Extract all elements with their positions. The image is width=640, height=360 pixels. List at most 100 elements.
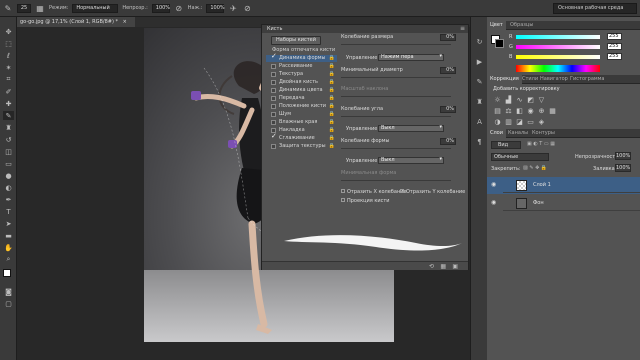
brush-setting-item[interactable]: Передача 🔒 — [266, 95, 337, 102]
brightness-icon[interactable]: ☼ — [493, 95, 502, 104]
eyedropper-tool-icon[interactable]: ✐ — [3, 87, 14, 96]
layer1-visibility-eye-icon[interactable]: ◉ — [491, 181, 496, 188]
brush-setting-item[interactable]: ✓ Динамика формы 🔒 — [266, 53, 337, 62]
screen-mode-icon[interactable]: ▢ — [3, 299, 14, 308]
brush-setting-item[interactable]: Динамика цвета 🔒 — [266, 87, 337, 94]
gradient-map-icon[interactable]: ▭ — [526, 117, 535, 126]
quick-mask-icon[interactable]: ◙ — [3, 287, 14, 296]
checkbox[interactable] — [271, 112, 276, 117]
layer-kind-filter[interactable]: Вид — [491, 141, 521, 149]
channel-g-slider[interactable] — [516, 45, 600, 49]
channel-r-value[interactable]: 255 — [607, 33, 622, 40]
lock-icon[interactable]: 🔒 — [329, 63, 335, 70]
new-brush-icon[interactable]: ▣ — [452, 263, 458, 270]
color-balance-icon[interactable]: ⚖ — [504, 106, 513, 115]
eraser-tool-icon[interactable]: ◫ — [3, 147, 14, 156]
channel-g-value[interactable]: 255 — [607, 43, 622, 50]
lock-icon[interactable]: 🔒 — [329, 127, 335, 134]
tab-channels[interactable]: Каналы — [505, 129, 531, 138]
control-angle-select[interactable]: Выкл — [378, 125, 444, 132]
brush-panel-toggle-icon[interactable]: ▦ — [35, 3, 45, 13]
path-select-tool-icon[interactable]: ➤ — [3, 219, 14, 228]
channel-b-slider[interactable] — [516, 55, 600, 59]
type-tool-icon[interactable]: T — [3, 207, 14, 216]
hue-saturation-icon[interactable]: ▤ — [493, 106, 502, 115]
workspace-select[interactable]: Основная рабочая среда — [553, 3, 637, 14]
color-spectrum-ramp[interactable] — [516, 65, 600, 72]
layer-row-layer1[interactable]: Слой 1 — [503, 178, 640, 193]
tab-paths[interactable]: Контуры — [529, 129, 558, 138]
checkbox[interactable] — [271, 64, 276, 69]
lock-icon[interactable]: 🔒 — [329, 87, 335, 94]
threshold-icon[interactable]: ◪ — [515, 117, 524, 126]
airbrush-icon[interactable]: ✈ — [228, 3, 238, 13]
black-white-icon[interactable]: ◧ — [515, 106, 524, 115]
checkmark-icon[interactable]: ✓ — [271, 133, 277, 140]
angle-jitter-value[interactable]: 0% — [440, 106, 456, 113]
lock-icon[interactable]: 🔒 — [329, 71, 335, 78]
lock-icon[interactable]: 🔒 — [329, 143, 335, 150]
character-panel-icon[interactable]: A — [474, 117, 485, 126]
toggle-live-tip-icon[interactable]: ⟲ — [429, 263, 434, 270]
checkbox[interactable] — [271, 72, 276, 77]
checkbox[interactable] — [271, 80, 276, 85]
posterize-icon[interactable]: ▥ — [504, 117, 513, 126]
crop-tool-icon[interactable]: ⌗ — [3, 75, 14, 84]
color-lookup-icon[interactable]: ▦ — [548, 106, 557, 115]
layer-opacity-field[interactable]: 100% — [615, 152, 631, 160]
brush-setting-item[interactable]: ✓ Сглаживание 🔒 — [266, 133, 337, 142]
brush-tip-shape-header[interactable]: Форма отпечатка кисти — [272, 47, 335, 53]
brush-setting-item[interactable]: Влажные края 🔒 — [266, 119, 337, 126]
control-round-select[interactable]: Выкл — [378, 157, 444, 164]
tab-color[interactable]: Цвет — [487, 21, 506, 30]
blend-mode-select[interactable]: Обычные — [491, 153, 549, 161]
pressure-opacity-icon[interactable]: ⊘ — [174, 3, 184, 13]
background-visibility-eye-icon[interactable]: ◉ — [491, 199, 496, 206]
invert-icon[interactable]: ◑ — [493, 117, 502, 126]
size-jitter-value[interactable]: 0% — [440, 34, 456, 41]
exposure-icon[interactable]: ◩ — [526, 95, 535, 104]
panel-menu-icon[interactable]: ≡ — [460, 25, 465, 32]
mode-select[interactable]: Нормальный — [72, 3, 119, 13]
checkbox[interactable] — [271, 96, 276, 101]
channel-r-slider[interactable] — [516, 35, 600, 39]
tab-navigator[interactable]: Навигатор — [537, 75, 571, 84]
move-tool-icon[interactable]: ✥ — [3, 27, 14, 36]
lock-icon[interactable]: 🔒 — [329, 95, 335, 102]
layer-row-background[interactable]: Фон — [503, 196, 640, 211]
angle-jitter-slider[interactable] — [341, 116, 451, 117]
tab-layers[interactable]: Слои — [487, 129, 506, 138]
quick-select-tool-icon[interactable]: ✶ — [3, 63, 14, 72]
opacity-field[interactable]: 100% — [151, 3, 170, 13]
marquee-tool-icon[interactable]: ⬚ — [3, 39, 14, 48]
healing-tool-icon[interactable]: ✚ — [3, 99, 14, 108]
shape-tool-icon[interactable]: ▬ — [3, 231, 14, 240]
roundness-jitter-value[interactable]: 0% — [440, 138, 456, 145]
vibrance-icon[interactable]: ▽ — [537, 95, 546, 104]
brush-setting-item[interactable]: Защита текстуры 🔒 — [266, 143, 337, 150]
brush-setting-item[interactable]: Положение кисти 🔒 — [266, 103, 337, 110]
checkbox[interactable] — [271, 88, 276, 93]
pressure-size-icon[interactable]: ⊘ — [242, 3, 252, 13]
tab-adjustments[interactable]: Коррекция — [487, 75, 522, 84]
flow-field[interactable]: 100% — [206, 3, 225, 13]
pen-tool-icon[interactable]: ✒ — [3, 195, 14, 204]
bg-color-chip[interactable] — [495, 39, 504, 48]
stamp-tool-icon[interactable]: ♜ — [3, 123, 14, 132]
lock-icon[interactable]: 🔒 — [329, 103, 335, 110]
brush-setting-item[interactable]: Рассеивание 🔒 — [266, 63, 337, 70]
roundness-jitter-slider[interactable] — [341, 148, 451, 149]
foreground-color-swatch[interactable] — [3, 269, 11, 277]
control-size-select[interactable]: Нажим пера — [378, 54, 444, 61]
clone-source-icon[interactable]: ♜ — [474, 97, 485, 106]
lock-icon[interactable]: 🔒 — [329, 119, 335, 126]
close-tab-icon[interactable]: × — [123, 19, 127, 25]
projection-checkbox[interactable]: Проекция кисти — [341, 198, 390, 204]
min-diameter-value[interactable]: 0% — [440, 67, 456, 74]
brush-tool-icon[interactable]: ✎ — [3, 3, 13, 13]
checkbox[interactable] — [271, 144, 276, 149]
lock-icon[interactable]: 🔒 — [329, 55, 335, 62]
document-tab[interactable]: go-go.jpg @ 17,1% (Слой 1, RGB/8#) * × — [17, 17, 135, 27]
tab-swatches[interactable]: Образцы — [507, 21, 536, 30]
lock-icons[interactable]: ▨ ✎ ✥ 🔒 — [523, 165, 547, 171]
